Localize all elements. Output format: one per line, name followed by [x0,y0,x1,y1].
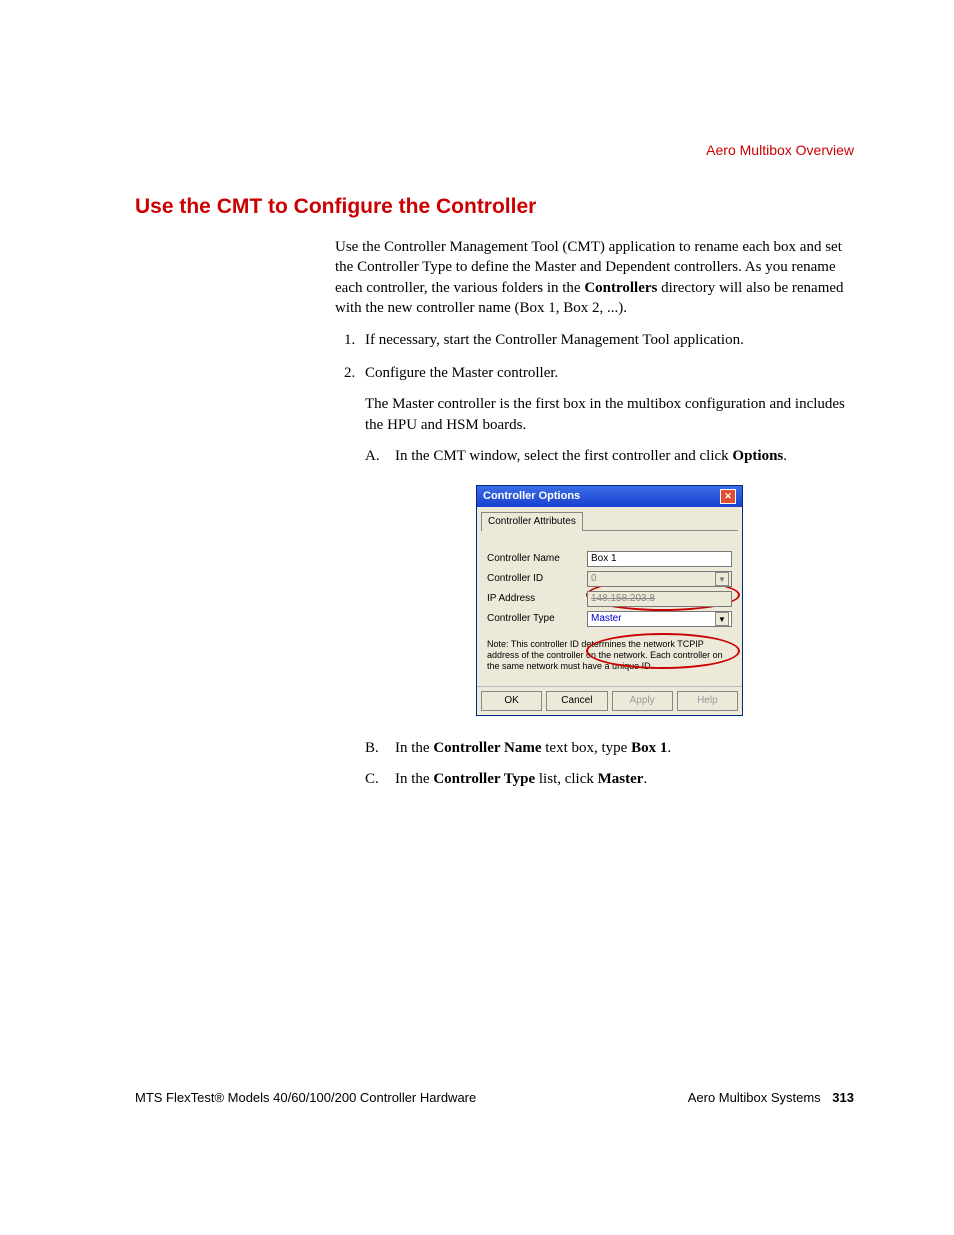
input-ip-address[interactable]: 148.158.203.8 [587,591,732,607]
ordered-steps: If necessary, start the Controller Manag… [335,330,854,790]
substep-b-b1: Controller Name [433,740,541,756]
substep-b-post: . [667,740,671,756]
label-controller-type: Controller Type [487,612,587,626]
breadcrumb-header: Aero Multibox Overview [706,142,854,158]
intro-bold-controllers: Controllers [584,280,657,296]
substep-c: C. In the Controller Type list, click Ma… [365,769,854,790]
substep-c-post: . [643,771,647,787]
select-controller-type[interactable]: Master [587,611,732,627]
dialog-title-text: Controller Options [483,489,580,504]
dialog-note: Note: This controller ID determines the … [481,631,738,681]
substep-a-bold: Options [732,448,783,464]
substep-b-letter: B. [365,738,395,759]
cancel-button[interactable]: Cancel [546,691,607,711]
value-controller-type: Master [591,612,622,626]
step-2-subtext: The Master controller is the first box i… [365,394,854,436]
page-footer: MTS FlexTest® Models 40/60/100/200 Contr… [135,1090,854,1105]
controller-options-dialog: Controller Options ✕ Controller Attribut… [476,485,743,716]
intro-paragraph: Use the Controller Management Tool (CMT)… [335,237,854,318]
step-2-text: Configure the Master controller. [365,365,558,381]
substep-b-pre: In the [395,740,433,756]
substep-b: B. In the Controller Name text box, type… [365,738,854,759]
step-1: If necessary, start the Controller Manag… [359,330,854,351]
page-number: 313 [832,1090,854,1105]
help-button[interactable]: Help [677,691,738,711]
apply-button[interactable]: Apply [612,691,673,711]
footer-right: Aero Multibox Systems [688,1090,821,1105]
select-controller-id[interactable]: 0 [587,571,732,587]
substep-c-b2: Master [598,771,644,787]
substep-a-post: . [783,448,787,464]
substep-a-pre: In the CMT window, select the first cont… [395,448,732,464]
substep-c-letter: C. [365,769,395,790]
label-controller-id: Controller ID [487,572,587,586]
substep-c-pre: In the [395,771,433,787]
dialog-figure: Controller Options ✕ Controller Attribut… [365,485,854,716]
substep-a-letter: A. [365,446,395,467]
close-icon[interactable]: ✕ [720,489,736,504]
label-controller-name: Controller Name [487,552,587,566]
substep-c-b1: Controller Type [433,771,535,787]
tab-controller-attributes[interactable]: Controller Attributes [481,512,583,531]
value-controller-id: 0 [591,572,597,586]
ok-button[interactable]: OK [481,691,542,711]
step-1-text: If necessary, start the Controller Manag… [365,332,744,348]
value-ip-address: 148.158.203.8 [591,592,655,606]
section-title: Use the CMT to Configure the Controller [135,195,854,219]
input-controller-name[interactable]: Box 1 [587,551,732,567]
substep-a: A. In the CMT window, select the first c… [365,446,854,467]
substep-b-b2: Box 1 [631,740,667,756]
step-2: Configure the Master controller. The Mas… [359,363,854,790]
substep-c-mid: list, click [535,771,598,787]
footer-left: MTS FlexTest® Models 40/60/100/200 Contr… [135,1090,476,1105]
substep-b-mid: text box, type [542,740,632,756]
label-ip-address: IP Address [487,592,587,606]
